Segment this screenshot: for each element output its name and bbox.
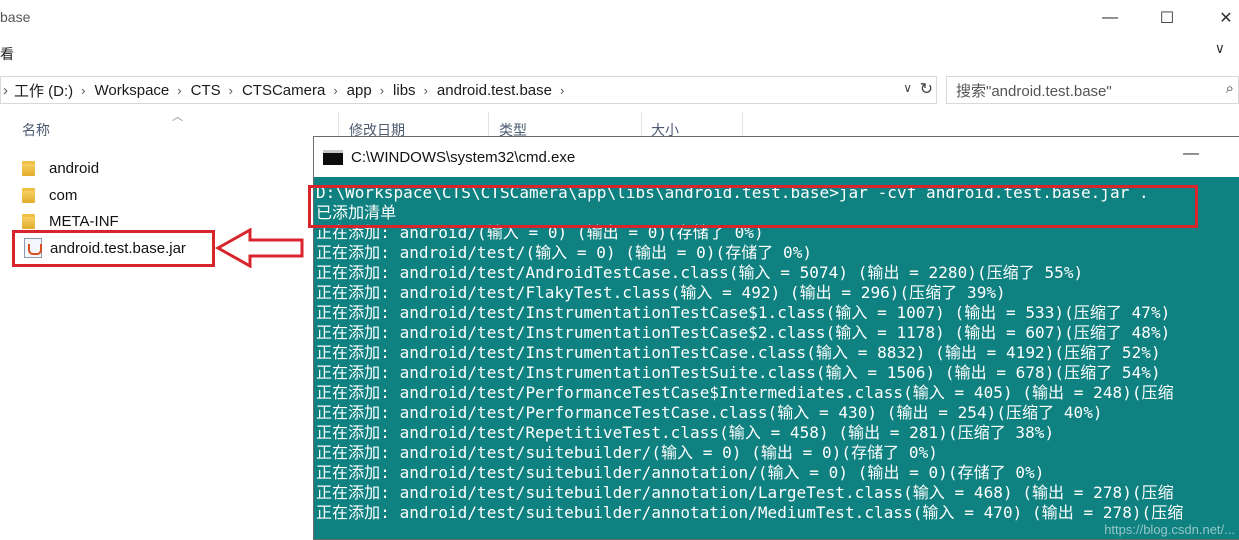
terminal-output[interactable]: D:\Workspace\CTS\CTSCamera\app\libs\andr… [308,177,1239,539]
sort-ascending-icon: ︿ [172,111,183,123]
chevron-right-icon[interactable]: › [229,83,233,98]
cmd-minimize-button[interactable]: — [1183,145,1199,163]
terminal-line: 正在添加: android/test/RepetitiveTest.class(… [316,423,1055,442]
column-header-name[interactable]: 名称 [22,120,50,140]
terminal-line: 正在添加: android/test/suitebuilder/annotati… [316,483,1174,502]
ribbon-tab-view[interactable]: 看 [0,44,14,64]
search-icon[interactable]: ⌕ [1226,80,1234,97]
maximize-button[interactable]: ☐ [1144,4,1190,32]
address-dropdown-icon[interactable]: ∨ [903,81,912,95]
terminal-line: 正在添加: android/test/InstrumentationTestCa… [316,323,1171,342]
list-item[interactable]: android [22,156,99,180]
terminal-line: 正在添加: android/test/PerformanceTestCase.c… [316,403,1103,422]
breadcrumb-cts[interactable]: CTS [191,82,221,99]
annotation-arrow-icon [214,228,304,268]
annotation-highlight-box [12,230,215,267]
minimize-button[interactable]: — [1087,4,1133,32]
terminal-line: 正在添加: android/test/InstrumentationTestCa… [316,303,1171,322]
terminal-line: 正在添加: android/test/(输入 = 0) (输出 = 0)(存储了… [316,243,813,262]
breadcrumb-app[interactable]: app [347,82,372,99]
terminal-line: 正在添加: android/test/FlakyTest.class(输入 = … [316,283,1006,302]
annotation-highlight-box [308,185,1198,228]
address-bar[interactable]: › 工作 (D:) › Workspace › CTS › CTSCamera › ap… [0,76,937,104]
chevron-right-icon[interactable]: › [560,83,564,98]
chevron-right-icon[interactable]: › [333,83,337,98]
chevron-right-icon[interactable]: › [3,82,8,99]
close-button[interactable]: ✕ [1203,4,1239,32]
terminal-line: 正在添加: android/test/InstrumentationTestSu… [316,363,1161,382]
terminal-line: 正在添加: android/test/AndroidTestCase.class… [316,263,1084,282]
terminal-line: 正在添加: android/test/PerformanceTestCase$I… [316,383,1174,402]
cmd-titlebar[interactable]: C:\WINDOWS\system32\cmd.exe — [314,137,1239,177]
file-name: com [49,186,78,204]
list-item[interactable]: com [22,183,77,207]
window-title: base [0,9,31,25]
search-placeholder: 搜索"android.test.base" [956,82,1112,100]
breadcrumb: 工作 (D:) › Workspace › CTS › CTSCamera › app ›… [14,80,573,101]
breadcrumb-current[interactable]: android.test.base [437,82,552,99]
breadcrumb-workspace[interactable]: Workspace [95,82,170,99]
cmd-icon [323,149,343,165]
breadcrumb-drive[interactable]: 工作 (D:) [14,80,73,101]
search-input[interactable]: 搜索"android.test.base" ⌕ [946,76,1239,104]
chevron-right-icon[interactable]: › [380,83,384,98]
folder-icon [22,160,35,176]
cmd-title: C:\WINDOWS\system32\cmd.exe [351,148,576,166]
terminal-line: 正在添加: android/test/suitebuilder/annotati… [316,463,1045,482]
watermark: https://blog.csdn.net/... [1104,522,1235,537]
chevron-right-icon[interactable]: › [177,83,181,98]
breadcrumb-ctscamera[interactable]: CTSCamera [242,82,325,99]
breadcrumb-libs[interactable]: libs [393,82,416,99]
ribbon-expand-icon[interactable]: ∨ [1215,40,1225,57]
terminal-line: 正在添加: android/test/suitebuilder/annotati… [316,503,1184,522]
folder-icon [22,213,35,229]
folder-icon [22,187,35,203]
terminal-line: 正在添加: android/test/suitebuilder/(输入 = 0)… [316,443,938,462]
refresh-icon[interactable]: ↻ [920,79,933,99]
file-name: META-INF [49,212,119,230]
terminal-line: 正在添加: android/test/InstrumentationTestCa… [316,343,1161,362]
chevron-right-icon[interactable]: › [81,83,85,98]
file-name: android [49,159,100,177]
cmd-window[interactable]: C:\WINDOWS\system32\cmd.exe — D:\Workspa… [308,136,1239,540]
chevron-right-icon[interactable]: › [424,83,428,98]
